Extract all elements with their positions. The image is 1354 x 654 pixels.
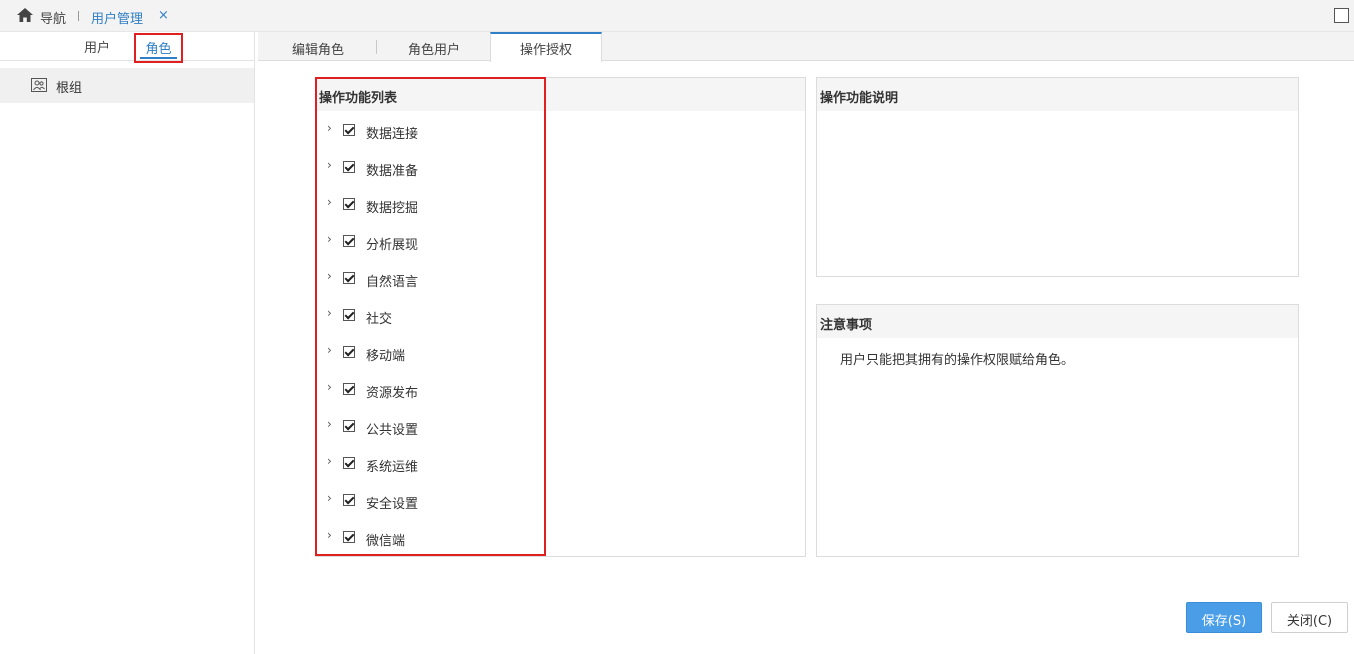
tab-operation-authorization[interactable]: 操作授权 (490, 32, 602, 62)
function-item[interactable]: › 数据挖掘 (316, 195, 536, 216)
chevron-right-icon[interactable]: › (327, 269, 332, 283)
checkbox-checked-icon[interactable] (343, 235, 355, 247)
tree-item-root-group[interactable]: 根组 (0, 68, 254, 103)
checkbox-checked-icon[interactable] (343, 531, 355, 543)
chevron-right-icon[interactable]: › (327, 343, 332, 357)
top-bar: 导航 用户管理 × (0, 0, 1354, 32)
chevron-right-icon[interactable]: › (327, 528, 332, 542)
notes-panel: 注意事项 用户只能把其拥有的操作权限赋给角色。 (816, 304, 1299, 557)
function-item-label: 系统运维 (366, 460, 419, 475)
checkbox-checked-icon[interactable] (343, 494, 355, 506)
tab-users[interactable]: 用户 (84, 37, 110, 56)
divider (376, 40, 377, 54)
function-item[interactable]: › 数据准备 (316, 158, 536, 179)
checkbox-checked-icon[interactable] (343, 346, 355, 358)
chevron-right-icon[interactable]: › (327, 306, 332, 320)
chevron-right-icon[interactable]: › (327, 417, 332, 431)
active-tab-indicator (140, 57, 177, 59)
tab-roles-label: 角色 (145, 42, 172, 57)
checkbox-checked-icon[interactable] (343, 309, 355, 321)
function-description-panel: 操作功能说明 (816, 77, 1299, 277)
function-description-title: 操作功能说明 (817, 78, 1298, 111)
maximize-icon[interactable] (1334, 8, 1349, 23)
checkbox-checked-icon[interactable] (343, 272, 355, 284)
function-item[interactable]: › 微信端 (316, 528, 536, 549)
checkbox-checked-icon[interactable] (343, 420, 355, 432)
home-icon[interactable] (17, 8, 33, 22)
function-item-label: 公共设置 (366, 423, 419, 438)
notes-text: 用户只能把其拥有的操作权限赋给角色。 (840, 353, 1075, 368)
nav-label[interactable]: 导航 (40, 8, 66, 27)
function-item[interactable]: › 数据连接 (316, 121, 536, 142)
function-item[interactable]: › 系统运维 (316, 454, 536, 475)
function-item[interactable]: › 资源发布 (316, 380, 536, 401)
function-item[interactable]: › 公共设置 (316, 417, 536, 438)
save-button[interactable]: 保存(S) (1186, 602, 1262, 633)
checkbox-checked-icon[interactable] (343, 161, 355, 173)
close-icon[interactable]: × (158, 8, 169, 23)
function-item[interactable]: › 安全设置 (316, 491, 536, 512)
group-icon (31, 78, 47, 92)
chevron-right-icon[interactable]: › (327, 121, 332, 135)
left-panel: 用户 角色 根组 (0, 32, 255, 654)
chevron-right-icon[interactable]: › (327, 158, 332, 172)
function-item-label: 自然语言 (366, 275, 419, 290)
function-item-label: 资源发布 (366, 386, 419, 401)
function-item[interactable]: › 自然语言 (316, 269, 536, 290)
tree-item-label: 根组 (56, 81, 83, 96)
function-item-label: 数据准备 (366, 164, 419, 179)
function-item[interactable]: › 社交 (316, 306, 536, 327)
tab-roles[interactable]: 角色 (134, 33, 183, 63)
sub-tab-bar: 编辑角色 角色用户 操作授权 (258, 32, 1354, 62)
tab-user-management[interactable]: 用户管理 (91, 8, 143, 27)
tab-edit-role[interactable]: 编辑角色 (258, 32, 378, 61)
divider (78, 11, 79, 21)
left-panel-tabs: 用户 角色 (0, 32, 255, 63)
function-item[interactable]: › 分析展现 (316, 232, 536, 253)
function-list-title: 操作功能列表 (316, 78, 805, 111)
close-button[interactable]: 关闭(C) (1271, 602, 1348, 633)
checkbox-checked-icon[interactable] (343, 457, 355, 469)
function-item-label: 社交 (366, 312, 393, 327)
checkbox-checked-icon[interactable] (343, 383, 355, 395)
chevron-right-icon[interactable]: › (327, 491, 332, 505)
chevron-right-icon[interactable]: › (327, 195, 332, 209)
function-list-panel: 操作功能列表 › 数据连接 › 数据准备 › 数据挖掘 › 分析展现 › 自然语言 › 社交 › 移动端 ›… (315, 77, 806, 557)
tab-role-users[interactable]: 角色用户 (378, 32, 490, 61)
function-item-label: 数据连接 (366, 127, 419, 142)
chevron-right-icon[interactable]: › (327, 380, 332, 394)
checkbox-checked-icon[interactable] (343, 124, 355, 136)
chevron-right-icon[interactable]: › (327, 454, 332, 468)
function-item-label: 微信端 (366, 534, 406, 549)
function-item-label: 移动端 (366, 349, 406, 364)
notes-title: 注意事项 (817, 305, 1298, 338)
function-item[interactable]: › 移动端 (316, 343, 536, 364)
function-item-label: 分析展现 (366, 238, 419, 253)
function-item-label: 安全设置 (366, 497, 419, 512)
checkbox-checked-icon[interactable] (343, 198, 355, 210)
function-item-label: 数据挖掘 (366, 201, 419, 216)
chevron-right-icon[interactable]: › (327, 232, 332, 246)
